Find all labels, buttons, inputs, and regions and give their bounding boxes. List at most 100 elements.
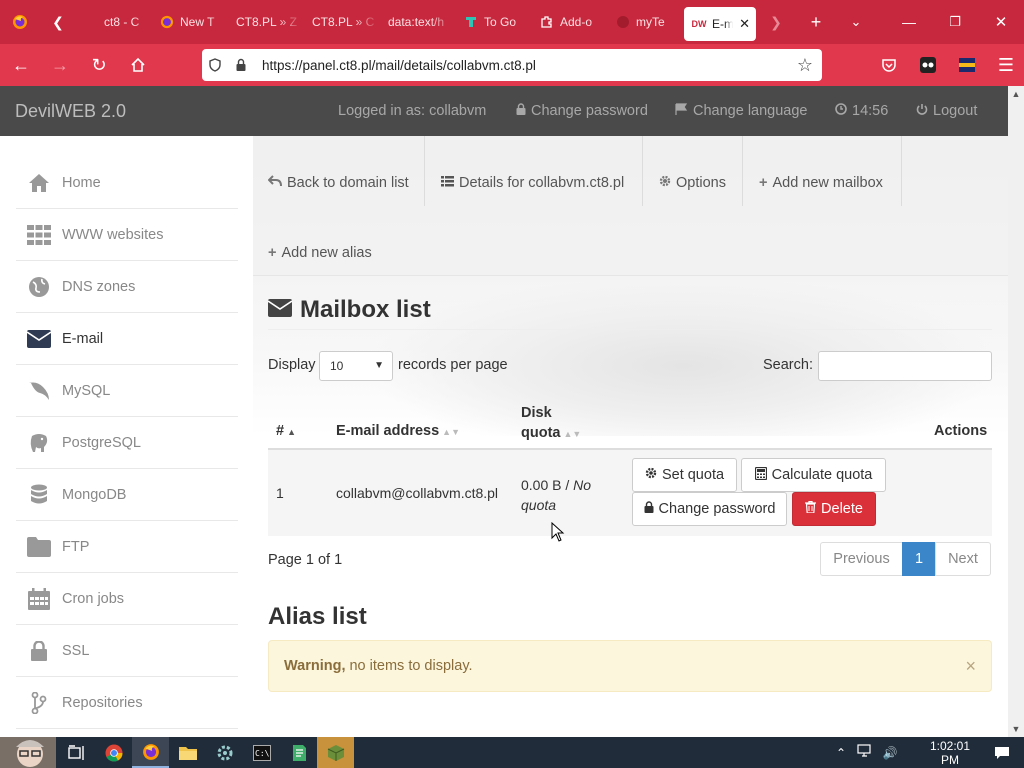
new-tab-icon[interactable]: + — [796, 0, 836, 44]
search-input[interactable] — [818, 351, 992, 381]
list-all-tabs-icon[interactable]: ⌄ — [836, 0, 876, 44]
browser-nav-bar: ← → ↻ https://panel.ct8.pl/mail/details/… — [0, 44, 1024, 86]
back-to-domain-list-link[interactable]: Back to domain list — [267, 171, 409, 195]
lock-icon — [516, 103, 526, 119]
sidebar-item-home[interactable]: Home — [16, 157, 238, 209]
volume-icon[interactable]: 🔊 — [878, 746, 902, 760]
back-icon[interactable]: ← — [3, 47, 39, 83]
add-new-alias-link[interactable]: + Add new alias — [268, 241, 372, 265]
tab-label: CT8.PL » Z — [236, 15, 297, 29]
browser-tab[interactable]: Add-o — [532, 0, 608, 44]
pagination: Previous 1 Next — [820, 542, 991, 576]
quota-limit: quota — [521, 497, 557, 513]
browser-tab[interactable]: myTe — [608, 0, 684, 44]
chrome-icon[interactable] — [95, 737, 132, 768]
user-avatar[interactable] — [0, 737, 58, 768]
sidebar-item-www-websites[interactable]: WWW websites — [16, 209, 238, 261]
sidebar-item-ssl[interactable]: SSL — [16, 625, 238, 677]
browser-tab[interactable]: CT8.PL » C — [304, 0, 380, 44]
notifications-icon[interactable] — [980, 746, 1024, 760]
close-icon[interactable]: × — [965, 656, 976, 677]
browser-tab[interactable]: ct8 - C — [76, 0, 152, 44]
list-icon — [441, 175, 454, 191]
forward-icon[interactable]: → — [42, 47, 78, 83]
home-icon[interactable] — [120, 47, 156, 83]
notepad-icon[interactable] — [280, 737, 317, 768]
delete-button[interactable]: Delete — [792, 492, 876, 526]
change-password-button[interactable]: Change password — [632, 492, 787, 526]
tab-scroll-left-icon[interactable]: ❮ — [40, 0, 76, 44]
calculate-quota-button[interactable]: Calculate quota — [741, 458, 886, 492]
minecraft-icon[interactable] — [317, 737, 354, 768]
mailbox-list-heading: Mailbox list — [267, 296, 431, 324]
clock[interactable]: 1:02:01 PM — [920, 739, 980, 767]
close-tab-icon[interactable]: ✕ — [739, 16, 750, 32]
browser-tab[interactable]: To Go — [456, 0, 532, 44]
app-menu-icon[interactable]: ☰ — [988, 47, 1024, 83]
change-language-link[interactable]: Change language — [675, 86, 808, 136]
url-text[interactable]: https://panel.ct8.pl/mail/details/collab… — [262, 58, 536, 73]
close-window-icon[interactable]: ✕ — [978, 0, 1024, 44]
toolbar-right: ☰ — [868, 44, 1024, 86]
page: DevilWEB 2.0 Logged in as: collabvm Chan… — [0, 86, 1024, 737]
sidebar-item-label: DNS zones — [62, 278, 136, 295]
restore-icon[interactable]: ❐ — [932, 0, 978, 44]
firefox-taskbar-icon[interactable] — [132, 737, 169, 768]
sidebar-item-repositories[interactable]: Repositories — [16, 677, 238, 729]
browser-tab[interactable]: New T — [152, 0, 228, 44]
details-link[interactable]: Details for collabvm.ct8.pl — [441, 171, 624, 195]
sidebar-item-mongodb[interactable]: MongoDB — [16, 469, 238, 521]
brand-logo[interactable]: DevilWEB 2.0 — [15, 101, 126, 122]
scroll-up-icon[interactable]: ▲ — [1008, 86, 1024, 102]
sidebar-item-ftp[interactable]: FTP — [16, 521, 238, 573]
shield-icon[interactable] — [202, 58, 228, 72]
file-explorer-icon[interactable] — [169, 737, 206, 768]
tab-label: data:text/h — [388, 15, 445, 29]
options-link[interactable]: Options — [659, 171, 726, 195]
column-header-disk-quota[interactable]: Disk quota ▲▼ — [521, 403, 581, 444]
extension-icon[interactable] — [949, 47, 985, 83]
change-password-link[interactable]: Change password — [516, 86, 648, 136]
browser-tab-active[interactable]: DW E-m ✕ — [684, 7, 756, 41]
sidebar-item-postgresql[interactable]: PostgreSQL — [16, 417, 238, 469]
options-label: Options — [676, 175, 726, 191]
lock-icon[interactable] — [228, 58, 254, 72]
network-icon[interactable] — [852, 744, 878, 761]
browser-tab[interactable]: data:text/h — [380, 0, 456, 44]
pagination-next[interactable]: Next — [935, 542, 991, 576]
app-icon[interactable] — [206, 737, 243, 768]
records-per-page-select[interactable]: 10 ▼ — [319, 351, 393, 381]
svg-text:C:\: C:\ — [255, 749, 270, 758]
pagination-previous[interactable]: Previous — [820, 542, 903, 576]
sidebar-item-dns-zones[interactable]: DNS zones — [16, 261, 238, 313]
details-label: Details for collabvm.ct8.pl — [459, 175, 625, 191]
set-quota-button[interactable]: Set quota — [632, 458, 737, 492]
reload-icon[interactable]: ↻ — [81, 47, 117, 83]
column-header-number[interactable]: # ▲ — [276, 423, 296, 439]
bookmark-star-icon[interactable]: ☆ — [792, 55, 818, 76]
pagination-page-1[interactable]: 1 — [902, 542, 936, 576]
tab-scroll-right-icon[interactable]: ❯ — [756, 0, 796, 44]
sidebar: Home WWW websites DNS zones E-mail MySQL… — [0, 136, 253, 737]
logout-link[interactable]: Logout — [916, 86, 977, 136]
scroll-down-icon[interactable]: ▼ — [1008, 721, 1024, 737]
column-header-email[interactable]: E-mail address ▲▼ — [336, 423, 460, 439]
task-view-icon[interactable] — [58, 737, 95, 768]
pocket-icon[interactable] — [871, 47, 907, 83]
terminal-icon[interactable]: C:\ — [243, 737, 280, 768]
flag-icon — [675, 103, 688, 119]
extension-icon[interactable] — [910, 47, 946, 83]
address-bar[interactable]: https://panel.ct8.pl/mail/details/collab… — [202, 49, 822, 81]
add-new-mailbox-link[interactable]: + Add new mailbox — [759, 171, 883, 195]
browser-tab[interactable]: CT8.PL » Z — [228, 0, 304, 44]
sidebar-item-cron-jobs[interactable]: Cron jobs — [16, 573, 238, 625]
sidebar-item-e-mail[interactable]: E-mail — [16, 313, 238, 365]
sidebar-item-mysql[interactable]: MySQL — [16, 365, 238, 417]
sidebar-item-label: E-mail — [62, 330, 104, 347]
chevron-up-icon[interactable]: ⌃ — [830, 746, 852, 760]
minimize-icon[interactable]: — — [886, 0, 932, 44]
row-disk-quota: 0.00 B / No quota — [521, 475, 591, 515]
firefox-menu-icon[interactable] — [0, 0, 40, 44]
clock-icon — [835, 103, 847, 119]
page-scrollbar[interactable]: ▲ ▼ — [1008, 86, 1024, 737]
